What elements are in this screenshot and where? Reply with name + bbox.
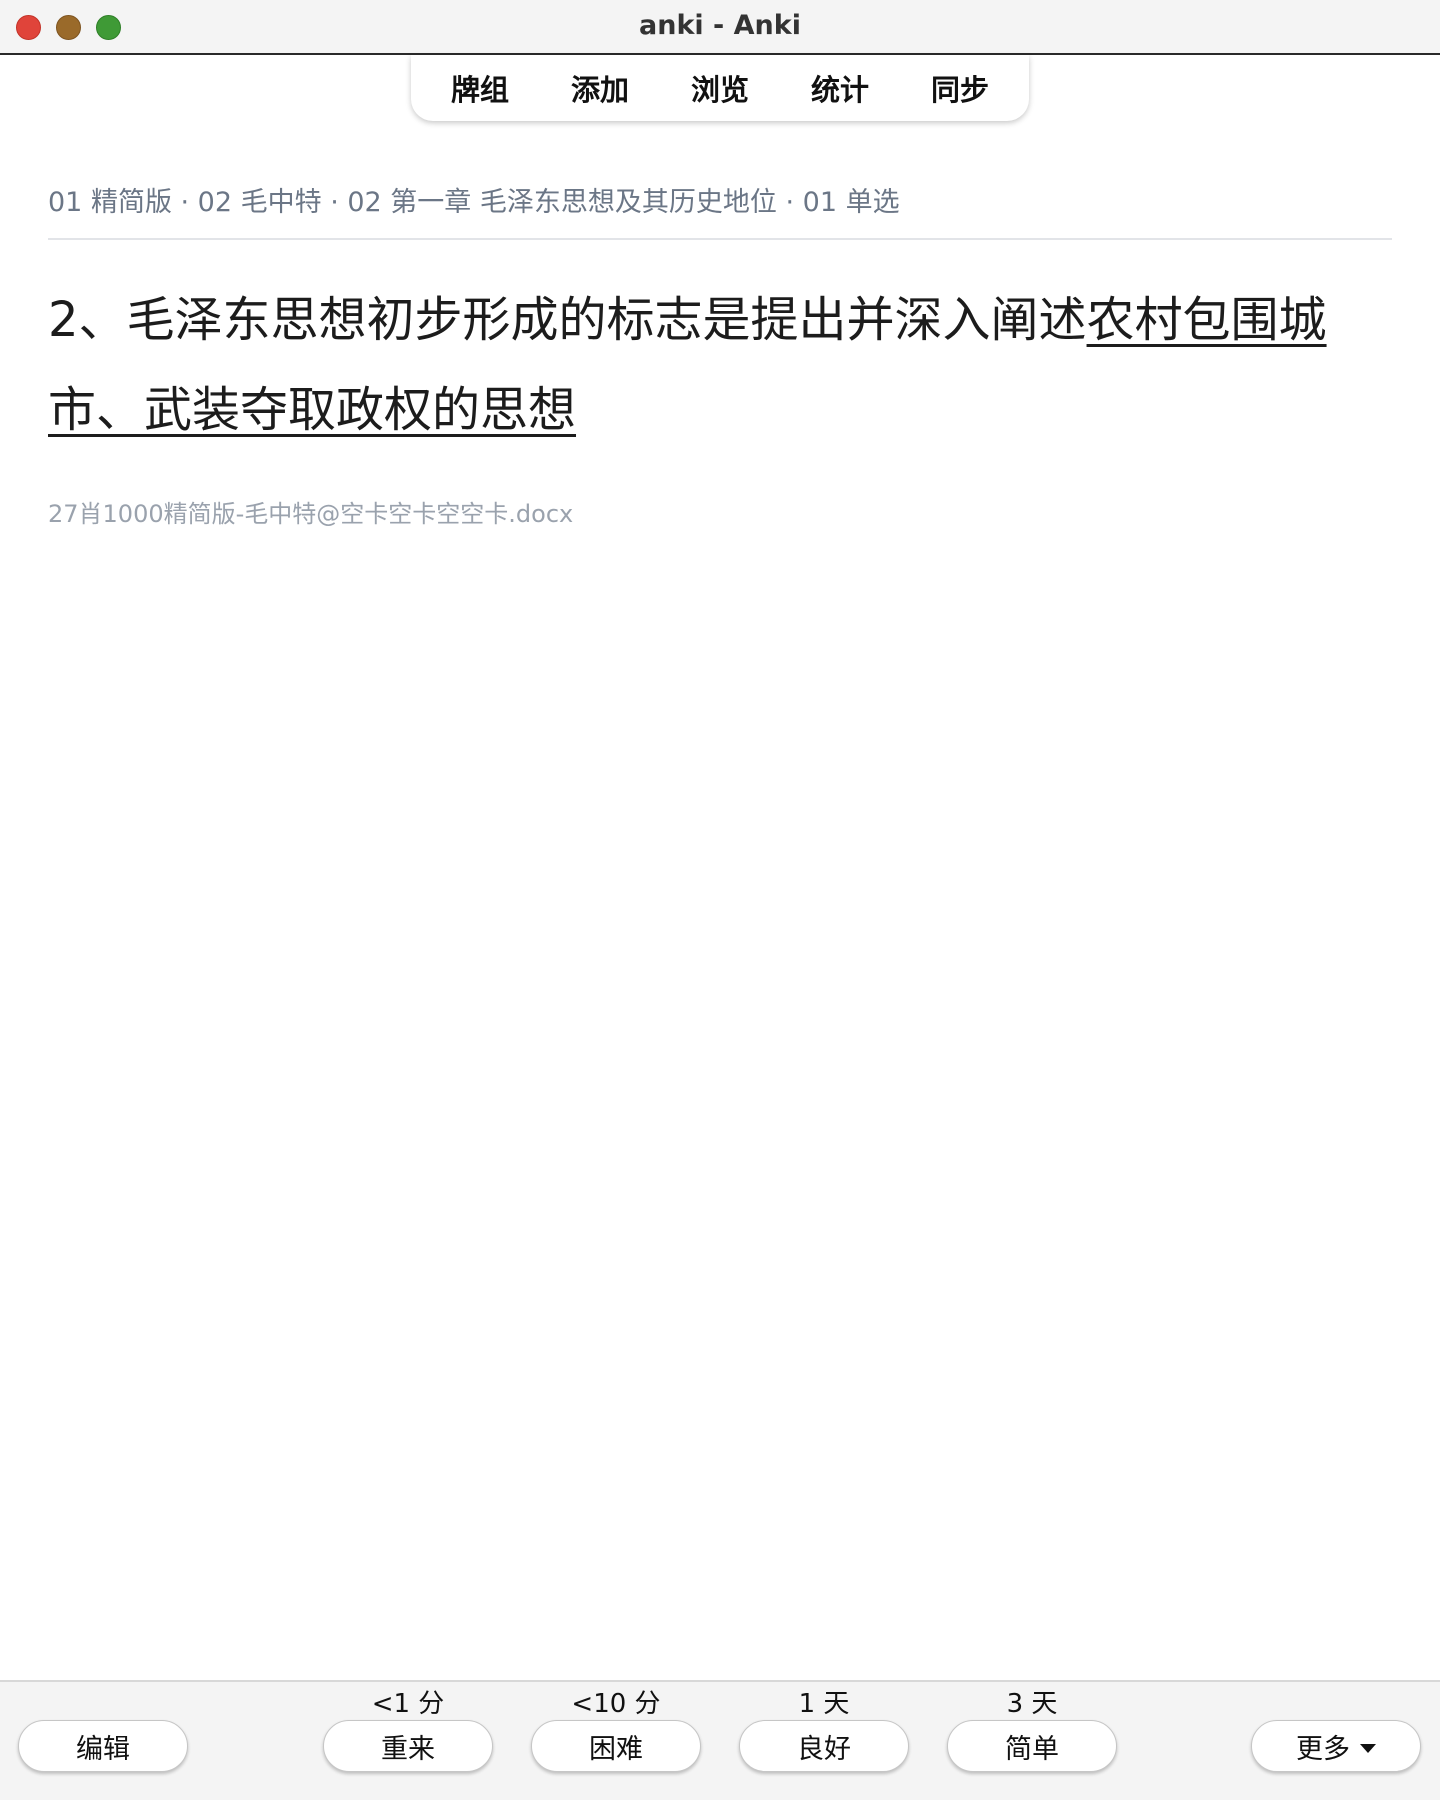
toolbar-sync-link[interactable]: 同步 xyxy=(900,67,1020,109)
good-button[interactable]: 良好 xyxy=(739,1720,909,1772)
edit-button[interactable]: 编辑 xyxy=(18,1720,188,1772)
deck-path-breadcrumb: 01 精简版 · 02 毛中特 · 02 第一章 毛泽东思想及其历史地位 · 0… xyxy=(48,187,900,218)
question-text: 2、毛泽东思想初步形成的标志是提出并深入阐述 xyxy=(48,292,1087,348)
easy-button-label: 简单 xyxy=(1005,1733,1059,1765)
answer-bar xyxy=(0,1680,1440,1800)
card-source-file: 27肖1000精简版-毛中特@空卡空卡空空卡.docx xyxy=(48,500,574,528)
more-button-label: 更多 xyxy=(1296,1733,1350,1765)
again-interval: <1 分 xyxy=(371,1689,445,1719)
card-question: 2、毛泽东思想初步形成的标志是提出并深入阐述农村包围城市、武装夺取政权的思想 xyxy=(48,275,1398,455)
again-button-label: 重来 xyxy=(381,1733,435,1765)
hard-button-label: 困难 xyxy=(589,1733,643,1765)
again-button[interactable]: 重来 xyxy=(323,1720,493,1772)
main-toolbar: 牌组 添加 浏览 统计 同步 xyxy=(411,55,1029,121)
more-button[interactable]: 更多 xyxy=(1251,1720,1421,1772)
title-bar: anki - Anki xyxy=(0,0,1440,55)
edit-button-label: 编辑 xyxy=(76,1733,130,1765)
card-divider xyxy=(48,238,1392,240)
easy-interval: 3 天 xyxy=(1006,1689,1058,1719)
window-title: anki - Anki xyxy=(639,10,801,41)
toolbar-decks-link[interactable]: 牌组 xyxy=(420,67,540,109)
hard-button[interactable]: 困难 xyxy=(531,1720,701,1772)
hard-interval: <10 分 xyxy=(571,1689,661,1719)
easy-button[interactable]: 简单 xyxy=(947,1720,1117,1772)
anki-window: anki - Anki 牌组 添加 浏览 统计 同步 01 精简版 · 02 毛… xyxy=(0,0,1440,1800)
toolbar-add-link[interactable]: 添加 xyxy=(540,67,660,109)
toolbar-stats-link[interactable]: 统计 xyxy=(780,67,900,109)
toolbar-browse-link[interactable]: 浏览 xyxy=(660,67,780,109)
good-interval: 1 天 xyxy=(798,1689,850,1719)
caret-down-icon xyxy=(1360,1743,1376,1753)
good-button-label: 良好 xyxy=(797,1733,851,1765)
